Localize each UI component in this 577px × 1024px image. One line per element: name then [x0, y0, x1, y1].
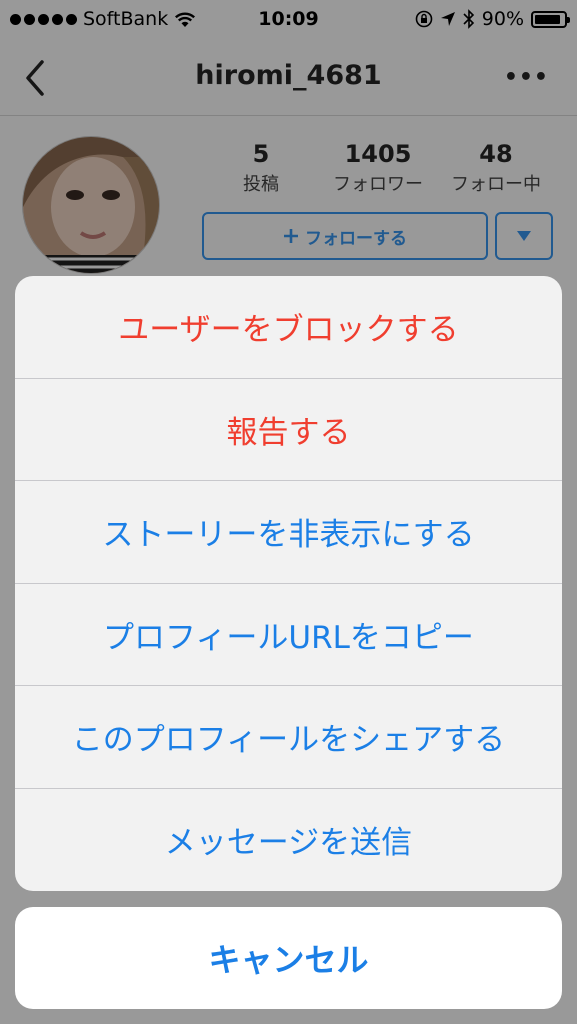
report-button[interactable]: 報告する: [15, 379, 562, 481]
share-profile-button[interactable]: このプロフィールをシェアする: [15, 686, 562, 789]
action-sheet: ユーザーをブロックする 報告する ストーリーを非表示にする プロフィールURLを…: [15, 276, 562, 891]
cancel-button[interactable]: キャンセル: [15, 907, 562, 1009]
send-message-button[interactable]: メッセージを送信: [15, 789, 562, 892]
copy-profile-url-button[interactable]: プロフィールURLをコピー: [15, 584, 562, 686]
hide-story-button[interactable]: ストーリーを非表示にする: [15, 481, 562, 584]
block-user-button[interactable]: ユーザーをブロックする: [15, 276, 562, 379]
